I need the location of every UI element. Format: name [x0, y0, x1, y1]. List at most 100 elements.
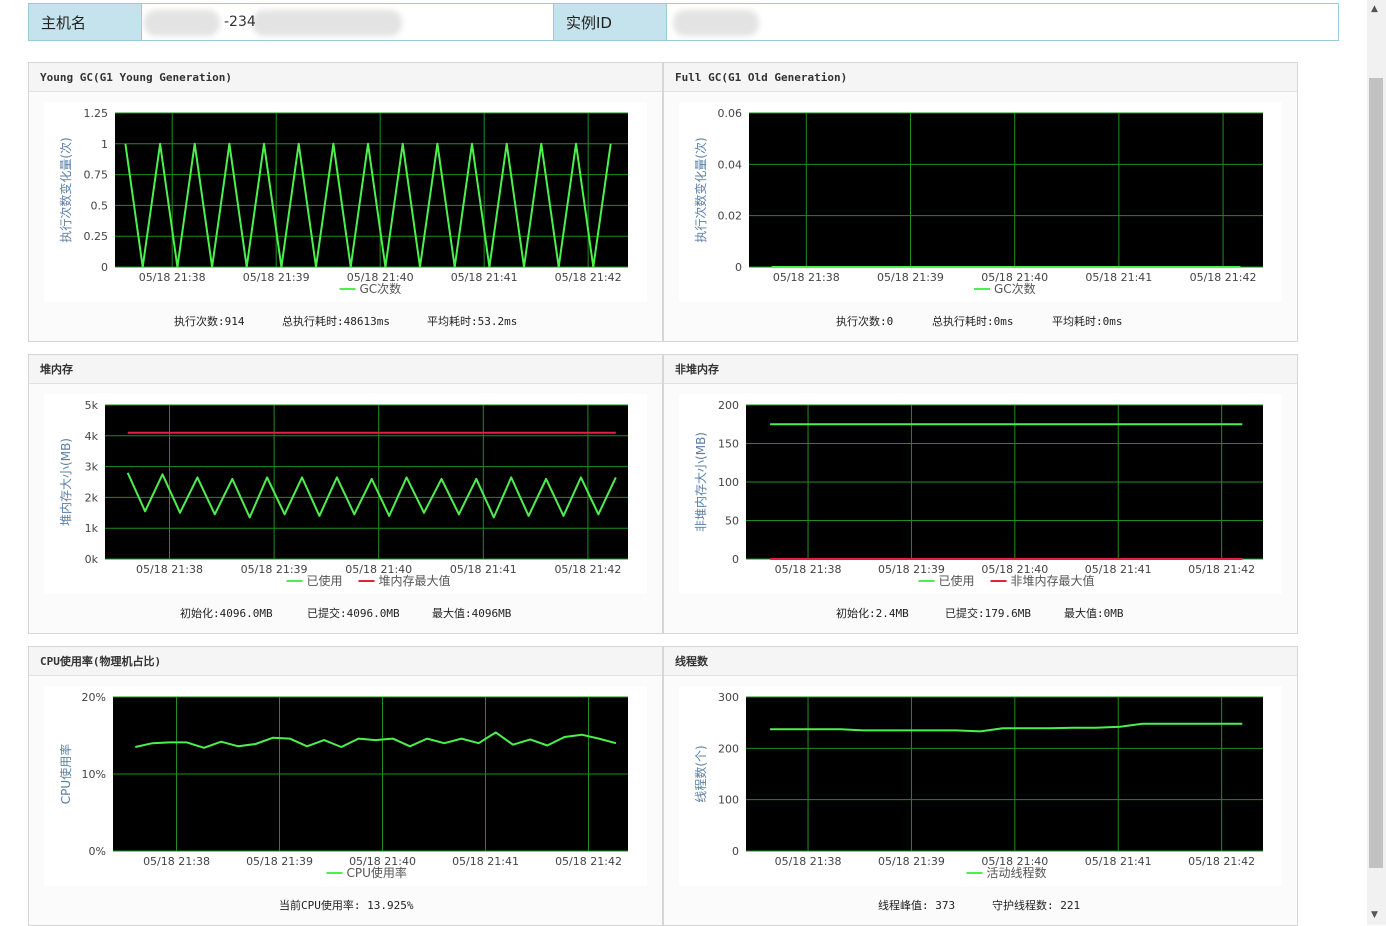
- redaction-blur: [252, 10, 402, 36]
- heap-memory-chart-svg: 0k 1k 2k 3k 4k 5k 05/18 21:38 05/18 21:39 05/18 …: [59, 399, 628, 588]
- non-heap-memory-chart-svg: 0 50 100 150 200 05/18 21:38 05/18 21:39 05/18 …: [694, 399, 1263, 588]
- y-tick-label: 0.5: [91, 199, 109, 212]
- x-tick-label: 05/18 21:39: [877, 271, 944, 284]
- x-tick-label: 05/18 21:42: [1188, 563, 1255, 576]
- x-tick-label: 05/18 21:38: [136, 563, 203, 576]
- panel-title: Full GC(G1 Old Generation): [664, 63, 1297, 92]
- x-tick-label: 05/18 21:42: [1190, 271, 1257, 284]
- y-tick-label: 0.04: [718, 158, 743, 171]
- legend-label: 已使用: [939, 573, 975, 588]
- full-gc-panel: Full GC(G1 Old Generation) 0 0.02 0.04 0.06…: [663, 62, 1298, 342]
- non-heap-memory-panel: 非堆内存 0 50 100 150 200 05/18 21:38 05/18 21:39 0…: [663, 354, 1298, 634]
- vertical-scrollbar[interactable]: ▲ ▼: [1367, 0, 1386, 925]
- redaction-blur: [673, 10, 759, 36]
- stat-init: 初始化:4096.0MB: [180, 607, 273, 620]
- y-tick-label: 0%: [89, 845, 106, 858]
- x-tick-label: 05/18 21:38: [773, 271, 840, 284]
- plot-area: [749, 113, 1263, 267]
- x-tick-label: 05/18 21:39: [246, 855, 313, 868]
- host-value: -234: [142, 4, 554, 40]
- panel-title: Young GC(G1 Young Generation): [29, 63, 662, 92]
- x-tick-label: 05/18 21:42: [554, 563, 621, 576]
- legend-label: CPU使用率: [347, 865, 407, 880]
- stat-max: 最大值:0MB: [1064, 607, 1124, 620]
- y-tick-label: 100: [718, 794, 739, 807]
- y-axis-title: 执行次数变化量(次): [693, 137, 708, 242]
- young-gc-panel: Young GC(G1 Young Generation) 0 0.25 0.5 0.…: [28, 62, 663, 342]
- y-tick-label: 3k: [85, 461, 99, 474]
- y-axis-title: 线程数(个): [693, 745, 708, 802]
- thread-count-chart-svg: 0 100 200 300 05/18 21:38 05/18 21:39 05/18 21…: [693, 691, 1263, 880]
- y-tick-label: 0.25: [84, 230, 109, 243]
- stat-current-cpu: 当前CPU使用率: 13.925%: [279, 899, 414, 912]
- cpu-usage-chart-svg: 0% 10% 20% 05/18 21:38 05/18 21:39 05/18 21:4…: [58, 691, 628, 880]
- scroll-up-arrow-icon[interactable]: ▲: [1371, 4, 1378, 14]
- y-tick-label: 0: [735, 261, 742, 274]
- redaction-blur: [144, 10, 220, 36]
- panel-title: 堆内存: [29, 355, 662, 384]
- y-axis-title: 堆内存大小(MB): [59, 438, 73, 526]
- instance-value: [667, 4, 1338, 40]
- stat-thread-peak: 线程峰值: 373: [878, 899, 956, 912]
- x-tick-label: 05/18 21:38: [775, 855, 842, 868]
- scroll-thumb[interactable]: [1369, 78, 1383, 868]
- legend-label: 堆内存最大值: [379, 573, 451, 588]
- full-gc-chart: 0 0.02 0.04 0.06 05/18 21:38 05/18 21:39 05/18…: [679, 102, 1282, 302]
- panel-stats: 初始化:2.4MB 已提交:179.6MB 最大值:0MB: [664, 605, 1297, 623]
- y-tick-label: 1: [101, 138, 108, 151]
- panel-stats: 当前CPU使用率: 13.925%: [29, 897, 662, 915]
- y-tick-label: 1k: [85, 522, 99, 535]
- stat-count: 执行次数:0: [836, 315, 894, 328]
- thread-count-panel: 线程数 0 100 200 300 05/18 21:38 05/18 21:39 05/1…: [663, 646, 1298, 926]
- x-tick-label: 05/18 21:41: [1085, 563, 1152, 576]
- x-tick-label: 05/18 21:41: [451, 271, 518, 284]
- panel-title: 线程数: [664, 647, 1297, 676]
- x-tick-label: 05/18 21:42: [1188, 855, 1255, 868]
- plot-area: [105, 405, 628, 559]
- host-value-text: -234: [224, 14, 256, 30]
- x-tick-label: 05/18 21:41: [1085, 271, 1152, 284]
- plot-area: [746, 697, 1263, 851]
- x-tick-label: 05/18 21:38: [775, 563, 842, 576]
- plot-area: [115, 113, 628, 267]
- thread-count-chart: 0 100 200 300 05/18 21:38 05/18 21:39 05/18 21…: [679, 686, 1282, 886]
- x-tick-label: 05/18 21:39: [878, 563, 945, 576]
- non-heap-memory-chart: 0 50 100 150 200 05/18 21:38 05/18 21:39 05/18 …: [679, 394, 1282, 594]
- y-tick-label: 150: [718, 438, 739, 451]
- y-axis-title: CPU使用率: [58, 744, 73, 804]
- x-tick-label: 05/18 21:38: [143, 855, 210, 868]
- x-tick-label: 05/18 21:41: [450, 563, 517, 576]
- y-tick-label: 5k: [85, 399, 99, 412]
- y-tick-label: 4k: [85, 430, 99, 443]
- stat-total-time: 总执行耗时:48613ms: [282, 315, 390, 328]
- legend-label: 活动线程数: [987, 865, 1047, 880]
- y-tick-label: 0.02: [718, 210, 743, 223]
- stat-avg-time: 平均耗时:0ms: [1052, 315, 1123, 328]
- x-tick-label: 05/18 21:42: [555, 271, 622, 284]
- y-tick-label: 0k: [85, 553, 99, 566]
- y-tick-label: 10%: [82, 768, 106, 781]
- legend-label: 已使用: [307, 573, 343, 588]
- panel-stats: 执行次数:0 总执行耗时:0ms 平均耗时:0ms: [664, 313, 1297, 331]
- stat-total-time: 总执行耗时:0ms: [932, 315, 1014, 328]
- stat-avg-time: 平均耗时:53.2ms: [427, 315, 518, 328]
- stat-init: 初始化:2.4MB: [836, 607, 909, 620]
- legend-label: GC次数: [994, 281, 1036, 296]
- scroll-down-arrow-icon[interactable]: ▼: [1371, 910, 1378, 920]
- stat-count: 执行次数:914: [174, 315, 245, 328]
- y-tick-label: 300: [718, 691, 739, 704]
- instance-info-bar: 主机名 -234 实例ID: [28, 3, 1339, 41]
- y-tick-label: 0: [732, 845, 739, 858]
- stat-committed: 已提交:179.6MB: [945, 607, 1031, 620]
- heap-memory-panel: 堆内存 0k 1k 2k 3k 4k 5k 05/18 21:38 05/18 21:39 05…: [28, 354, 663, 634]
- stat-committed: 已提交:4096.0MB: [307, 607, 400, 620]
- stat-daemon-threads: 守护线程数: 221: [992, 899, 1081, 912]
- y-tick-label: 0: [732, 553, 739, 566]
- y-tick-label: 0.75: [84, 169, 109, 182]
- young-gc-chart-svg: 0 0.25 0.5 0.75 1 1.25 05/18 21:38 05/18 21:39 0…: [58, 107, 628, 296]
- instance-label: 实例ID: [554, 4, 667, 40]
- x-tick-label: 05/18 21:38: [139, 271, 206, 284]
- full-gc-chart-svg: 0 0.02 0.04 0.06 05/18 21:38 05/18 21:39 05/18…: [693, 107, 1263, 296]
- y-tick-label: 20%: [82, 691, 106, 704]
- x-tick-label: 05/18 21:42: [555, 855, 622, 868]
